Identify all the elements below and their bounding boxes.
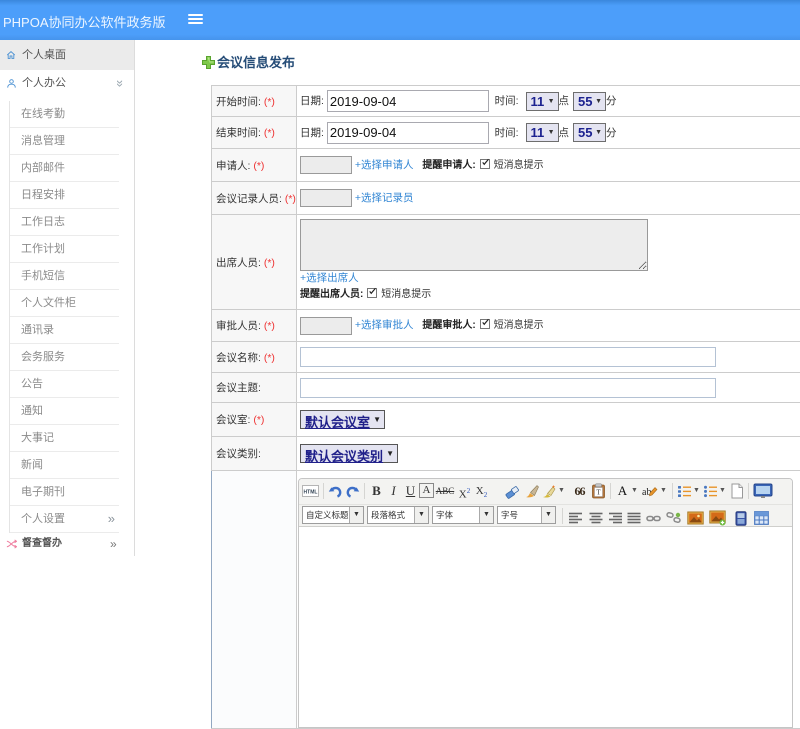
svg-text:T: T <box>596 489 601 497</box>
svg-text:HTML: HTML <box>304 490 318 496</box>
svg-text:ab: ab <box>642 487 651 498</box>
